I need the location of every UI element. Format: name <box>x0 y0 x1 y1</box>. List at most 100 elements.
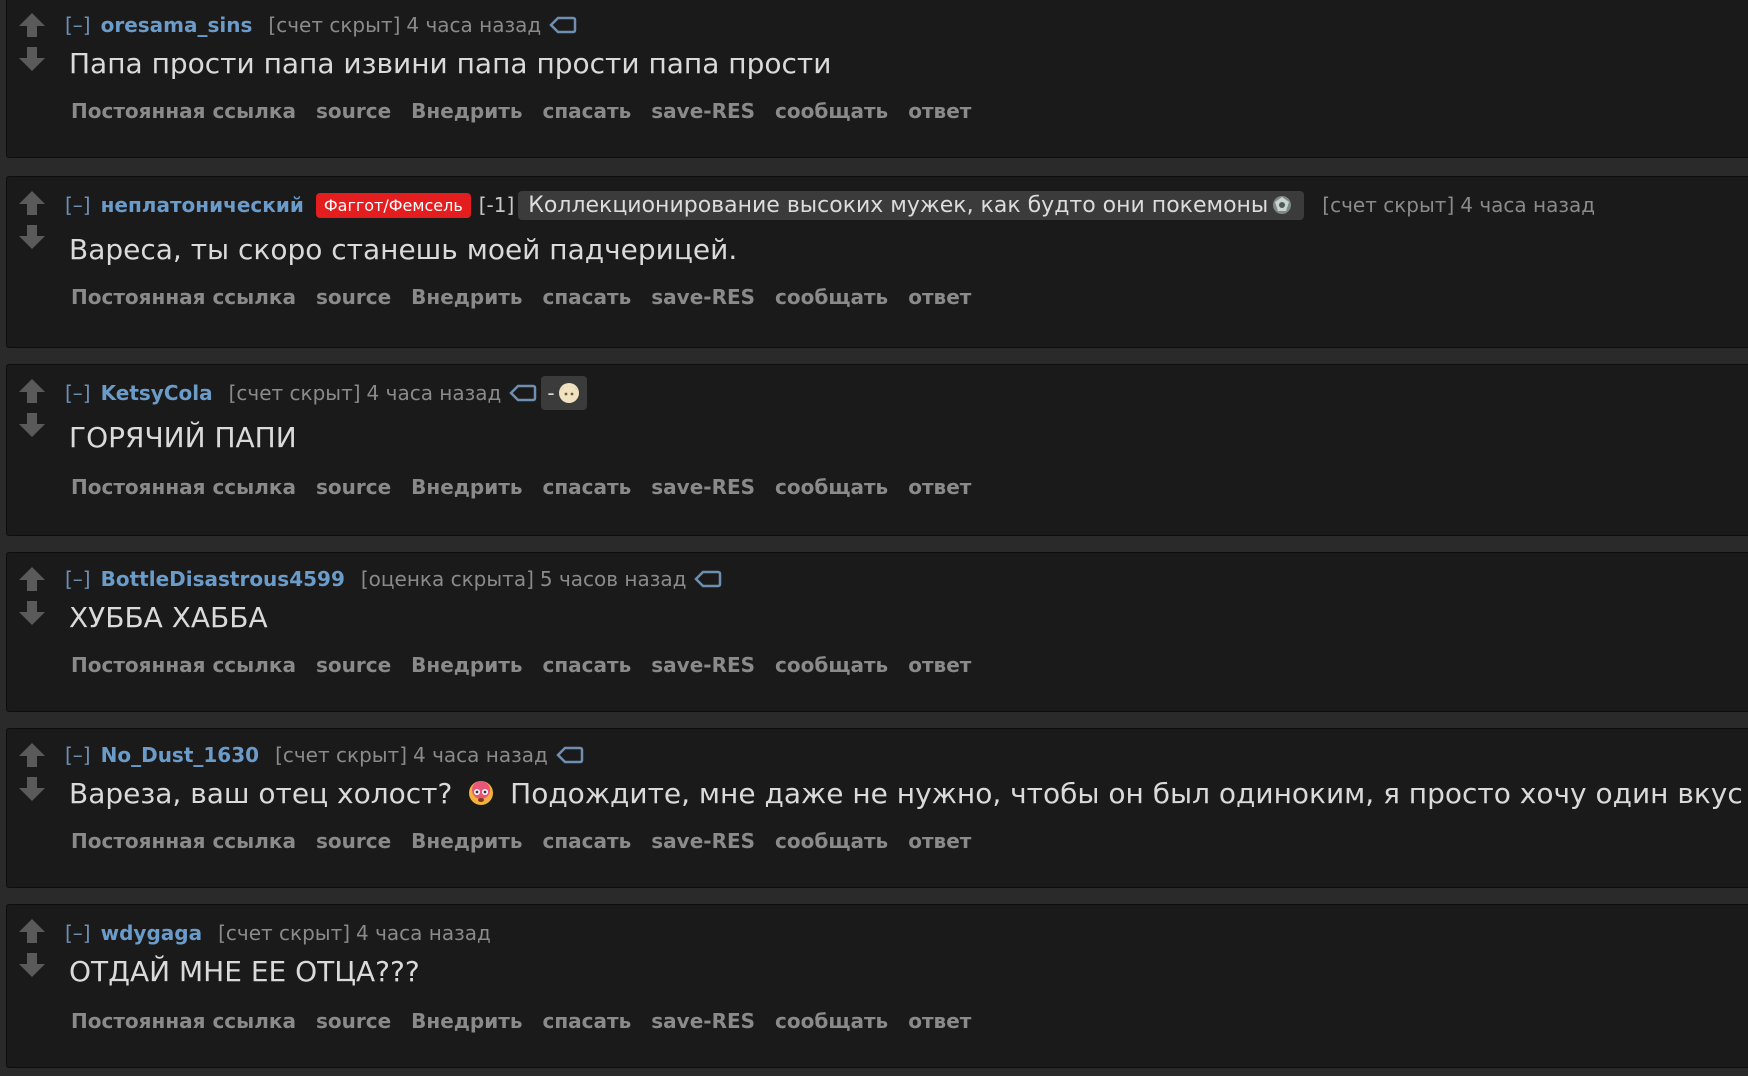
user-flair-text: Коллекционирование высоких мужек, как бу… <box>518 190 1305 220</box>
author-link[interactable]: wdygaga <box>101 921 202 945</box>
comment: [–] oresama_sins [счет скрыт] 4 часа наз… <box>6 0 1748 158</box>
save-res-button[interactable]: save-RES <box>651 285 755 309</box>
upvote-arrow-icon[interactable] <box>17 11 47 39</box>
embed-button[interactable]: Внедрить <box>411 475 522 499</box>
collapse-toggle[interactable]: [–] <box>65 567 91 591</box>
comment-actions: Постоянная ссылка source Внедрить спасат… <box>71 653 991 677</box>
reply-button[interactable]: ответ <box>908 475 971 499</box>
reply-button[interactable]: ответ <box>908 99 971 123</box>
source-button[interactable]: source <box>316 1009 391 1033</box>
vote-arrows <box>17 565 47 627</box>
upvote-arrow-icon[interactable] <box>17 189 47 217</box>
collapse-toggle[interactable]: [–] <box>65 193 91 217</box>
save-button[interactable]: спасать <box>543 475 632 499</box>
embed-button[interactable]: Внедрить <box>411 653 522 677</box>
score-hidden: [оценка скрыта] <box>360 567 534 591</box>
comment-actions: Постоянная ссылка source Внедрить спасат… <box>71 285 991 309</box>
save-button[interactable]: спасать <box>543 99 632 123</box>
embed-button[interactable]: Внедрить <box>411 1009 522 1033</box>
source-button[interactable]: source <box>316 653 391 677</box>
comment-body-part-2: Подождите, мне даже не нужно, чтобы он б… <box>510 777 1743 810</box>
report-button[interactable]: сообщать <box>775 829 888 853</box>
comment: [–] KetsyCola [счет скрыт] 4 часа назад … <box>6 364 1748 536</box>
comment-tagline: [–] wdygaga [счет скрыт] 4 часа назад <box>65 917 499 949</box>
author-link[interactable]: oresama_sins <box>101 13 253 37</box>
vote-score: [-1] <box>478 193 515 217</box>
vote-arrows <box>17 11 47 73</box>
comment-actions: Постоянная ссылка source Внедрить спасат… <box>71 99 991 123</box>
permalink-button[interactable]: Постоянная ссылка <box>71 99 296 123</box>
permalink-button[interactable]: Постоянная ссылка <box>71 829 296 853</box>
embed-button[interactable]: Внедрить <box>411 285 522 309</box>
report-button[interactable]: сообщать <box>775 475 888 499</box>
save-button[interactable]: спасать <box>543 1009 632 1033</box>
tag-icon[interactable] <box>509 383 537 403</box>
reply-button[interactable]: ответ <box>908 829 971 853</box>
comment-actions: Постоянная ссылка source Внедрить спасат… <box>71 1009 991 1033</box>
permalink-button[interactable]: Постоянная ссылка <box>71 475 296 499</box>
comment-body: ОТДАЙ МНЕ ЕЕ ОТЦА??? <box>69 955 420 988</box>
permalink-button[interactable]: Постоянная ссылка <box>71 1009 296 1033</box>
reply-button[interactable]: ответ <box>908 653 971 677</box>
report-button[interactable]: сообщать <box>775 1009 888 1033</box>
save-res-button[interactable]: save-RES <box>651 1009 755 1033</box>
anime-avatar-icon <box>557 381 581 405</box>
collapse-toggle[interactable]: [–] <box>65 921 91 945</box>
timestamp: 4 часа назад <box>413 743 548 767</box>
author-link[interactable]: No_Dust_1630 <box>101 743 259 767</box>
comment-tagline: [–] неплатонический Фаггот/Фемсель [-1] … <box>65 189 1603 221</box>
collapse-toggle[interactable]: [–] <box>65 381 91 405</box>
comment: [–] неплатонический Фаггот/Фемсель [-1] … <box>6 176 1748 348</box>
collapse-toggle[interactable]: [–] <box>65 13 91 37</box>
downvote-arrow-icon[interactable] <box>17 45 47 73</box>
tag-icon[interactable] <box>694 569 722 589</box>
upvote-arrow-icon[interactable] <box>17 565 47 593</box>
embed-button[interactable]: Внедрить <box>411 99 522 123</box>
downvote-arrow-icon[interactable] <box>17 775 47 803</box>
score-hidden: [счет скрыт] <box>1322 193 1455 217</box>
author-link[interactable]: неплатонический <box>101 193 304 217</box>
author-link[interactable]: KetsyCola <box>101 381 213 405</box>
upvote-arrow-icon[interactable] <box>17 377 47 405</box>
vote-arrows <box>17 189 47 251</box>
permalink-button[interactable]: Постоянная ссылка <box>71 285 296 309</box>
save-res-button[interactable]: save-RES <box>651 829 755 853</box>
comment-body-part-1: Вареза, ваш отец холост? <box>69 777 453 810</box>
report-button[interactable]: сообщать <box>775 99 888 123</box>
tag-icon[interactable] <box>556 745 584 765</box>
comment-tagline: [–] oresama_sins [счет скрыт] 4 часа наз… <box>65 9 577 41</box>
report-button[interactable]: сообщать <box>775 653 888 677</box>
save-res-button[interactable]: save-RES <box>651 99 755 123</box>
source-button[interactable]: source <box>316 829 391 853</box>
comment-tagline: [–] KetsyCola [счет скрыт] 4 часа назад … <box>65 376 587 410</box>
downvote-arrow-icon[interactable] <box>17 223 47 251</box>
reply-button[interactable]: ответ <box>908 285 971 309</box>
comment: [–] wdygaga [счет скрыт] 4 часа назад ОТ… <box>6 904 1748 1068</box>
comment-body: ГОРЯЧИЙ ПАПИ <box>69 421 297 454</box>
upvote-arrow-icon[interactable] <box>17 917 47 945</box>
author-link[interactable]: BottleDisastrous4599 <box>101 567 345 591</box>
source-button[interactable]: source <box>316 285 391 309</box>
report-button[interactable]: сообщать <box>775 285 888 309</box>
save-button[interactable]: спасать <box>543 285 632 309</box>
downvote-arrow-icon[interactable] <box>17 599 47 627</box>
upvote-arrow-icon[interactable] <box>17 741 47 769</box>
vote-arrows <box>17 377 47 439</box>
source-button[interactable]: source <box>316 99 391 123</box>
source-button[interactable]: source <box>316 475 391 499</box>
save-res-button[interactable]: save-RES <box>651 653 755 677</box>
reply-button[interactable]: ответ <box>908 1009 971 1033</box>
embed-button[interactable]: Внедрить <box>411 829 522 853</box>
save-res-button[interactable]: save-RES <box>651 475 755 499</box>
save-button[interactable]: спасать <box>543 829 632 853</box>
save-button[interactable]: спасать <box>543 653 632 677</box>
downvote-arrow-icon[interactable] <box>17 951 47 979</box>
user-flair-badge: Фаггот/Фемсель <box>315 192 471 218</box>
flushed-face-emoji-icon <box>467 779 495 807</box>
tag-icon[interactable] <box>549 15 577 35</box>
collapse-toggle[interactable]: [–] <box>65 743 91 767</box>
permalink-button[interactable]: Постоянная ссылка <box>71 653 296 677</box>
timestamp: 5 часов назад <box>539 567 687 591</box>
downvote-arrow-icon[interactable] <box>17 411 47 439</box>
comment-body: Вареса, ты скоро станешь моей падчерицей… <box>69 233 738 266</box>
